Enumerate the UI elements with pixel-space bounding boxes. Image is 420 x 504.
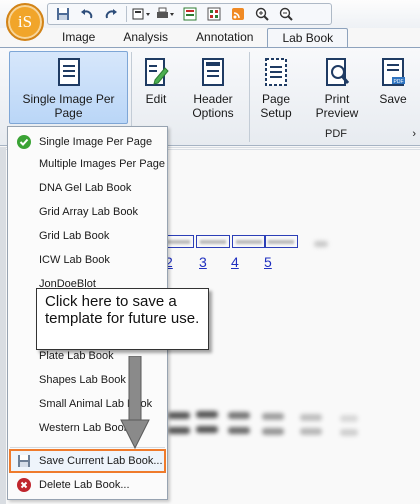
header-document-icon (202, 58, 224, 86)
page-setup-button[interactable]: Page Setup (256, 58, 296, 120)
save-label: Save (379, 92, 407, 106)
lane-selection-box[interactable] (264, 235, 298, 248)
gel-band (228, 412, 250, 419)
menu-item-icw-lab-book[interactable]: ICW Lab Book (10, 249, 165, 271)
single-image-per-page-button[interactable]: Single Image Per Page ⌄ (9, 51, 128, 134)
chevron-right-icon[interactable]: › (412, 128, 416, 140)
menu-item-label: Western Lab Book (39, 422, 130, 434)
lane-number-link[interactable]: 5 (264, 254, 272, 270)
zoom-out-icon[interactable] (275, 5, 297, 23)
pdf-group-label: PDF (325, 128, 347, 140)
menu-item-grid-lab-book[interactable]: Grid Lab Book (10, 225, 165, 247)
edit-label: Edit (145, 92, 167, 106)
gel-band (268, 240, 294, 244)
image-report-icon[interactable] (179, 5, 201, 23)
save-icon (16, 453, 32, 469)
gel-band (300, 414, 322, 421)
gel-band (196, 426, 218, 433)
header-options-line2: Options (192, 106, 234, 120)
tutorial-callout: Click here to save a template for future… (36, 288, 209, 350)
print-preview-icon (326, 58, 350, 86)
header-options-button[interactable]: Header Options (186, 58, 240, 120)
menu-item-label: DNA Gel Lab Book (39, 182, 132, 194)
page-setup-icon (265, 58, 287, 86)
lane-selection-box[interactable] (232, 235, 266, 248)
delete-icon (16, 477, 32, 493)
redo-icon[interactable] (100, 5, 122, 23)
save-current-lab-book-menu-item[interactable]: Save Current Lab Book... (9, 449, 166, 473)
menu-item-label: ICW Lab Book (39, 254, 110, 266)
save-pdf-button[interactable]: PDF Save (374, 58, 412, 106)
edit-button[interactable]: Edit (136, 58, 176, 106)
down-arrow-icon (120, 356, 150, 450)
quick-access-bar (47, 3, 332, 25)
menu-item-label: Grid Lab Book (39, 230, 110, 242)
single-image-per-page-label: Single Image Per Page (22, 92, 115, 120)
gel-band (236, 240, 262, 244)
ribbon-tabs: Image Analysis Annotation Lab Book (48, 28, 349, 48)
gel-band (200, 240, 226, 244)
menu-item-multiple-images-per-page[interactable]: Multiple Images Per Page (10, 153, 165, 175)
pdf-document-icon: PDF (382, 58, 405, 86)
gel-band (196, 411, 218, 418)
gel-band (340, 415, 358, 422)
tab-lab-book[interactable]: Lab Book (267, 28, 349, 48)
rss-badge-icon[interactable] (227, 5, 249, 23)
gel-band (262, 413, 284, 420)
page-setup-line1: Page (261, 92, 291, 106)
undo-icon[interactable] (76, 5, 98, 23)
delete-lab-book-menu-item[interactable]: Delete Lab Book... (10, 474, 165, 496)
gel-band (262, 428, 284, 435)
edit-document-icon (145, 58, 169, 86)
group-separator (249, 52, 250, 142)
menu-item-grid-array-lab-book[interactable]: Grid Array Lab Book (10, 201, 165, 223)
quick-access-toolbar: iS (0, 0, 420, 41)
toolbar-separator (126, 6, 127, 22)
gel-band (228, 427, 250, 434)
menu-item-label: Delete Lab Book... (39, 479, 130, 491)
lane-selection-box[interactable] (196, 235, 230, 248)
menu-item-label: Shapes Lab Book (39, 374, 126, 386)
menu-item-label: Grid Array Lab Book (39, 206, 139, 218)
print-preview-line1: Print (324, 92, 350, 106)
zoom-in-icon[interactable] (251, 5, 273, 23)
print-preview-line2: Preview (315, 106, 359, 120)
gel-band (314, 241, 328, 247)
menu-item-label: Multiple Images Per Page (39, 158, 165, 170)
app-orb-label: iS (17, 12, 33, 31)
print-preview-button[interactable]: Print Preview (312, 58, 362, 120)
gel-band (168, 427, 190, 434)
page-setup-line2: Setup (260, 106, 292, 120)
print-dropdown-icon[interactable] (155, 5, 177, 23)
tab-annotation[interactable]: Annotation (182, 28, 267, 48)
menu-item-single-image-per-page[interactable]: Single Image Per Page (10, 131, 165, 153)
check-icon (16, 134, 32, 150)
lane-number-link[interactable]: 4 (231, 254, 239, 270)
lane-number-link[interactable]: 3 (199, 254, 207, 270)
header-options-line1: Header (193, 92, 233, 106)
gel-band (340, 429, 358, 436)
pdf-badge-text: PDF (394, 79, 404, 85)
tab-image[interactable]: Image (48, 28, 109, 48)
canvas-left-strip (0, 147, 6, 504)
tab-analysis[interactable]: Analysis (109, 28, 182, 48)
gel-band (300, 428, 322, 435)
gel-band (168, 412, 190, 419)
menu-item-label: Plate Lab Book (39, 350, 114, 362)
callout-text: Click here to save a template for future… (45, 293, 200, 327)
application-menu-button[interactable]: iS (6, 3, 44, 41)
menu-item-label: Save Current Lab Book... (39, 455, 163, 467)
document-icon (57, 58, 80, 86)
save-icon[interactable] (52, 5, 74, 23)
grid-icon[interactable] (203, 5, 225, 23)
layout-dropdown-icon[interactable] (131, 5, 153, 23)
menu-item-label: Single Image Per Page (39, 136, 153, 148)
menu-item-dna-gel-lab-book[interactable]: DNA Gel Lab Book (10, 177, 165, 199)
